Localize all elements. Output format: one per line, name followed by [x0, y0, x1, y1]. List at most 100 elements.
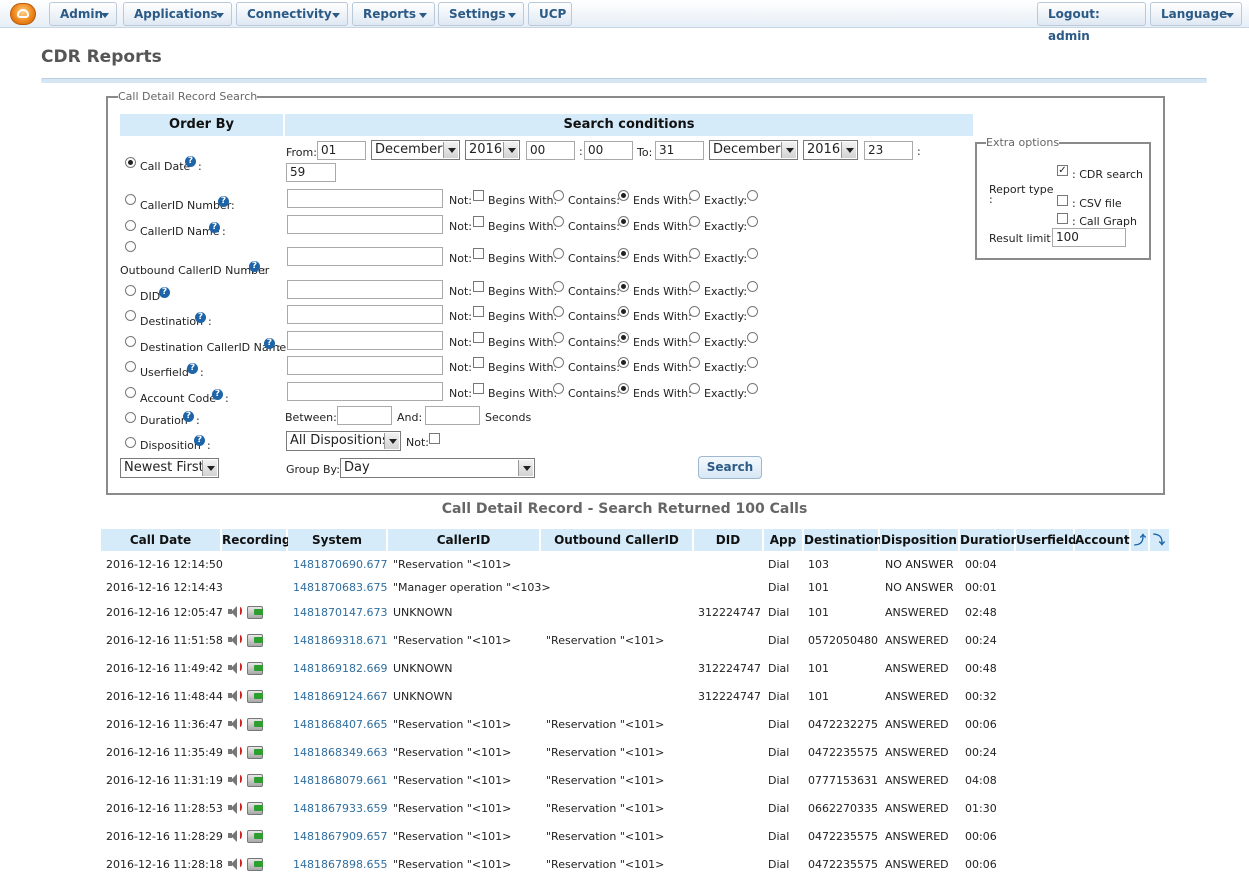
- order-radio-userfield[interactable]: [125, 361, 136, 372]
- cell-system-link[interactable]: 1481869318.671: [293, 634, 387, 647]
- account-code-begins-radio[interactable]: [553, 383, 564, 394]
- destination-callerid-name-contains-radio[interactable]: [618, 332, 629, 343]
- download-recording-icon[interactable]: [247, 830, 263, 843]
- cell-system-link[interactable]: 1481867933.659: [293, 802, 387, 815]
- callerid-number-exactly-radio[interactable]: [747, 190, 758, 201]
- download-recording-icon[interactable]: [247, 746, 263, 759]
- help-icon[interactable]: ?: [183, 411, 194, 422]
- duration-max-input[interactable]: [425, 406, 480, 425]
- play-recording-icon[interactable]: [227, 717, 243, 730]
- nav-applications-menu[interactable]: Applications: [123, 2, 232, 26]
- help-icon[interactable]: ?: [159, 287, 170, 298]
- to-month-select[interactable]: December: [709, 140, 798, 160]
- column-header[interactable]: App: [764, 529, 802, 551]
- cdr-search-checkbox[interactable]: ✓: [1057, 165, 1068, 176]
- csv-file-checkbox[interactable]: [1057, 195, 1068, 206]
- download-recording-icon[interactable]: [247, 802, 263, 815]
- disposition-select[interactable]: All Dispositions: [286, 431, 401, 451]
- download-recording-icon[interactable]: [247, 718, 263, 731]
- cell-system-link[interactable]: 1481868407.665: [293, 718, 387, 731]
- callerid-number-not-checkbox[interactable]: [473, 190, 484, 201]
- cell-system-link[interactable]: 1481867898.655: [293, 858, 387, 871]
- download-recording-icon[interactable]: [247, 774, 263, 787]
- callerid-number-input[interactable]: [287, 189, 443, 208]
- help-icon[interactable]: ?: [209, 222, 220, 233]
- destination-callerid-name-ends-radio[interactable]: [689, 332, 700, 343]
- cell-system-link[interactable]: 1481869182.669: [293, 662, 387, 675]
- destination-not-checkbox[interactable]: [473, 306, 484, 317]
- column-header[interactable]: Account: [1075, 529, 1130, 551]
- play-recording-icon[interactable]: [227, 689, 243, 702]
- order-radio-destination[interactable]: [125, 310, 136, 321]
- nav-ucp-link[interactable]: UCP: [528, 2, 572, 26]
- callerid-name-input[interactable]: [287, 215, 443, 234]
- group-by-select[interactable]: Day: [340, 458, 535, 478]
- cell-system-link[interactable]: 1481870683.675: [293, 581, 387, 594]
- outbound-callerid-number-exactly-radio[interactable]: [747, 248, 758, 259]
- callerid-name-ends-radio[interactable]: [689, 216, 700, 227]
- outbound-callerid-number-contains-radio[interactable]: [618, 248, 629, 259]
- download-recording-icon[interactable]: [247, 662, 263, 675]
- column-header[interactable]: Recording: [222, 529, 291, 551]
- account-code-not-checkbox[interactable]: [473, 383, 484, 394]
- help-icon[interactable]: ?: [195, 312, 206, 323]
- userfield-ends-radio[interactable]: [689, 357, 700, 368]
- destination-callerid-name-input[interactable]: [287, 331, 443, 350]
- from-day-input[interactable]: 01: [317, 141, 366, 160]
- userfield-input[interactable]: [287, 356, 443, 375]
- play-recording-icon[interactable]: [227, 633, 243, 646]
- call-graph-checkbox[interactable]: [1057, 213, 1068, 224]
- callerid-number-begins-radio[interactable]: [553, 190, 564, 201]
- cell-system-link[interactable]: 1481870690.677: [293, 558, 387, 571]
- play-recording-icon[interactable]: [227, 605, 243, 618]
- logout-button[interactable]: Logout: admin: [1037, 2, 1146, 43]
- cell-system-link[interactable]: 1481869124.667: [293, 690, 387, 703]
- download-recording-icon[interactable]: [247, 858, 263, 871]
- nav-language-menu[interactable]: Language: [1150, 2, 1242, 26]
- column-header[interactable]: Userfield: [1016, 529, 1077, 551]
- order-radio-duration[interactable]: [125, 412, 136, 423]
- userfield-not-checkbox[interactable]: [473, 357, 484, 368]
- result-limit-input[interactable]: 100: [1052, 228, 1126, 247]
- play-recording-icon[interactable]: [227, 661, 243, 674]
- callerid-name-exactly-radio[interactable]: [747, 216, 758, 227]
- account-code-exactly-radio[interactable]: [747, 383, 758, 394]
- cell-system-link[interactable]: 1481868079.661: [293, 774, 387, 787]
- outbound-callerid-number-input[interactable]: [287, 247, 443, 266]
- to-minute-input[interactable]: 59: [286, 163, 336, 182]
- disposition-not-checkbox[interactable]: [429, 433, 440, 444]
- did-not-checkbox[interactable]: [473, 281, 484, 292]
- help-icon[interactable]: ?: [194, 435, 205, 446]
- outbound-callerid-number-begins-radio[interactable]: [553, 248, 564, 259]
- order-direction-select[interactable]: Newest First: [120, 458, 219, 478]
- from-minute-input[interactable]: 00: [584, 141, 633, 160]
- download-recording-icon[interactable]: [247, 634, 263, 647]
- destination-callerid-name-not-checkbox[interactable]: [473, 332, 484, 343]
- column-header[interactable]: Duration: [960, 529, 1019, 551]
- order-radio-callerid-number[interactable]: [125, 194, 136, 205]
- freepbx-logo-icon[interactable]: [10, 3, 36, 25]
- userfield-begins-radio[interactable]: [553, 357, 564, 368]
- destination-callerid-name-begins-radio[interactable]: [553, 332, 564, 343]
- from-hour-input[interactable]: 00: [526, 141, 575, 160]
- to-hour-input[interactable]: 23: [864, 141, 913, 160]
- nav-connectivity-menu[interactable]: Connectivity: [236, 2, 348, 26]
- help-icon[interactable]: ?: [185, 156, 196, 167]
- destination-begins-radio[interactable]: [553, 306, 564, 317]
- did-contains-radio[interactable]: [618, 281, 629, 292]
- cell-system-link[interactable]: 1481867909.657: [293, 830, 387, 843]
- account-code-contains-radio[interactable]: [618, 383, 629, 394]
- userfield-exactly-radio[interactable]: [747, 357, 758, 368]
- column-header[interactable]: Call Date: [101, 529, 220, 551]
- order-radio-outbound-callerid-number[interactable]: [125, 241, 136, 252]
- sort-up-icon[interactable]: ⤴: [1134, 534, 1146, 546]
- cell-system-link[interactable]: 1481868349.663: [293, 746, 387, 759]
- callerid-number-ends-radio[interactable]: [689, 190, 700, 201]
- column-header[interactable]: System: [288, 529, 386, 551]
- help-icon[interactable]: ?: [249, 261, 260, 272]
- callerid-name-begins-radio[interactable]: [553, 216, 564, 227]
- order-radio-call-date[interactable]: [125, 157, 136, 168]
- nav-settings-menu[interactable]: Settings: [438, 2, 524, 26]
- from-month-select[interactable]: December: [371, 140, 460, 160]
- userfield-contains-radio[interactable]: [618, 357, 629, 368]
